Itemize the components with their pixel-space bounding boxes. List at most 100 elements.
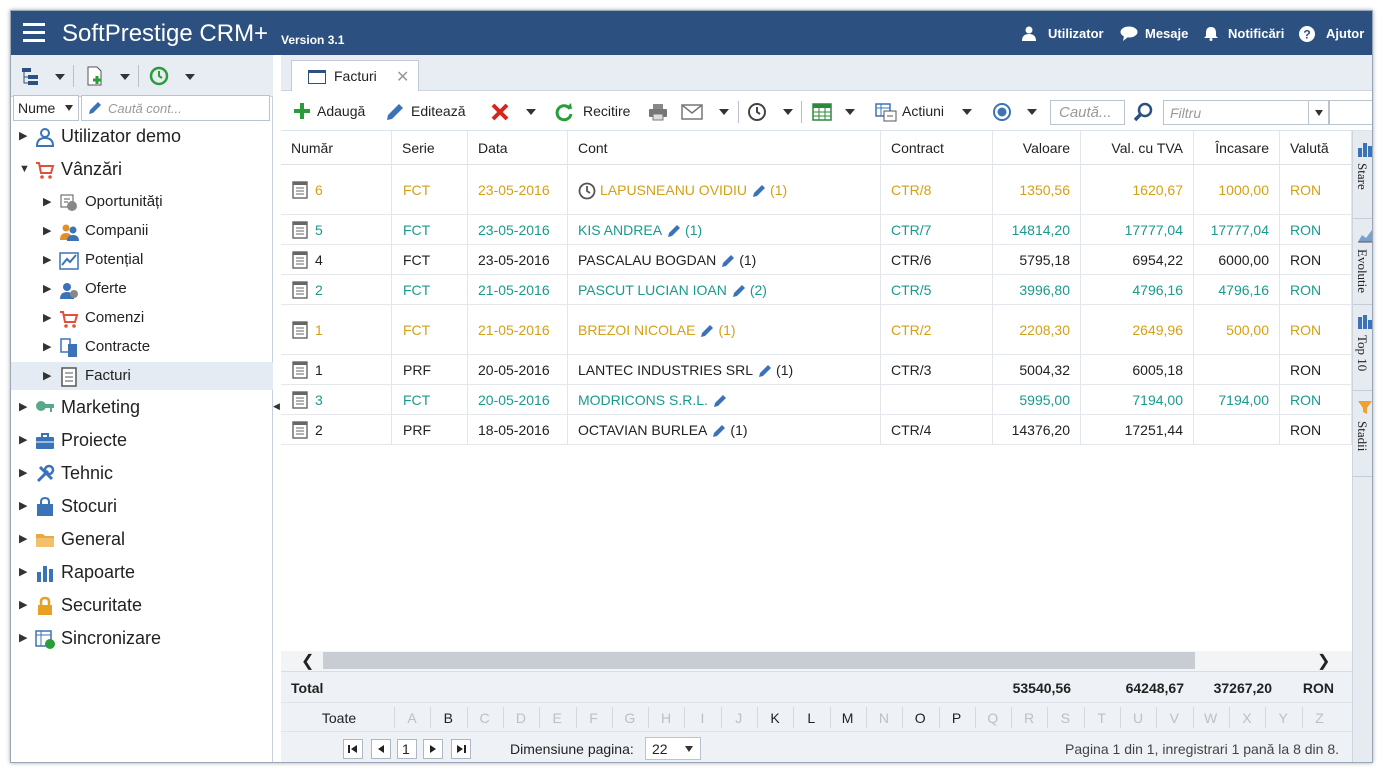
- side-tab[interactable]: Stare: [1353, 135, 1372, 219]
- column-header[interactable]: Val. cu TVA: [1081, 131, 1194, 165]
- next-page-button[interactable]: [423, 739, 443, 759]
- invoice-doc-icon[interactable]: [292, 281, 308, 299]
- collapsed-arrow-icon[interactable]: ▶: [19, 492, 27, 520]
- side-tab[interactable]: Stadii: [1353, 393, 1372, 477]
- pencil-icon[interactable]: [713, 394, 727, 408]
- hamburger-menu-icon[interactable]: [23, 23, 45, 43]
- collapsed-arrow-icon[interactable]: ▶: [43, 217, 51, 245]
- tab-facturi[interactable]: Facturi ✕: [291, 60, 419, 92]
- invoice-doc-icon[interactable]: [292, 181, 308, 199]
- scroll-right-icon[interactable]: ❯: [1317, 651, 1330, 671]
- account-link[interactable]: KIS ANDREA: [578, 222, 662, 238]
- sidebar-subitem[interactable]: ▶ Oferte: [11, 275, 273, 303]
- search-icon[interactable]: [1134, 102, 1154, 122]
- pencil-icon[interactable]: [752, 184, 766, 198]
- name-selector[interactable]: Nume: [13, 95, 79, 121]
- sidebar-subitem[interactable]: ▶ Oportunități: [11, 188, 273, 216]
- sidebar-item[interactable]: ▶ Rapoarte: [11, 558, 273, 586]
- invoice-doc-icon[interactable]: [292, 321, 308, 339]
- sidebar-subitem[interactable]: ▶ Contracte: [11, 333, 273, 361]
- collapsed-arrow-icon[interactable]: ▶: [19, 122, 27, 150]
- column-header[interactable]: Contract: [881, 131, 993, 165]
- account-link[interactable]: PASCALAU BOGDAN: [578, 252, 716, 268]
- column-header[interactable]: Cont: [568, 131, 881, 165]
- collapsed-arrow-icon[interactable]: ▶: [43, 362, 51, 390]
- collapsed-arrow-icon[interactable]: ▶: [19, 393, 27, 421]
- collapsed-arrow-icon[interactable]: ▶: [19, 426, 27, 454]
- sidebar-item[interactable]: ▶ Stocuri: [11, 492, 273, 520]
- side-tab[interactable]: Top 10: [1353, 307, 1372, 391]
- pencil-icon[interactable]: [758, 364, 772, 378]
- account-link[interactable]: LAPUSNEANU OVIDIU: [600, 182, 747, 198]
- table-row[interactable]: 3 FCT 20-05-2016 MODRICONS S.R.L. 5995,00 719…: [281, 385, 1352, 415]
- first-page-button[interactable]: [343, 739, 363, 759]
- target-dropdown-icon[interactable]: [1027, 109, 1037, 115]
- account-link[interactable]: OCTAVIAN BURLEA: [578, 422, 707, 438]
- actions-dropdown-icon[interactable]: [962, 109, 972, 115]
- sidebar-item[interactable]: ▶ General: [11, 525, 273, 553]
- filter-select[interactable]: Filtru: [1163, 100, 1329, 125]
- alphabet-letter[interactable]: M: [830, 710, 866, 726]
- tree-view-icon[interactable]: [20, 64, 42, 88]
- chevron-down-icon[interactable]: [1308, 101, 1328, 124]
- sidebar-subitem[interactable]: ▶ Facturi: [11, 362, 273, 390]
- history-dropdown-icon[interactable]: [185, 74, 195, 80]
- collapsed-arrow-icon[interactable]: ▶: [43, 304, 51, 332]
- table-row[interactable]: 1 PRF 20-05-2016 LANTEC INDUSTRIES SRL (1) CT…: [281, 355, 1352, 385]
- sidebar-item[interactable]: ▶ Tehnic: [11, 459, 273, 487]
- invoice-doc-icon[interactable]: [292, 221, 308, 239]
- table-row[interactable]: 4 FCT 23-05-2016 PASCALAU BOGDAN (1) CTR/6 579…: [281, 245, 1352, 275]
- table-row[interactable]: 1 FCT 21-05-2016 BREZOI NICOLAE (1) CTR/2 2208…: [281, 305, 1352, 355]
- table-row[interactable]: 2 PRF 18-05-2016 OCTAVIAN BURLEA (1) CTR/4 143…: [281, 415, 1352, 445]
- collapsed-arrow-icon[interactable]: ▶: [43, 246, 51, 274]
- column-header[interactable]: Încasare: [1194, 131, 1280, 165]
- sidebar-item[interactable]: ▶ Marketing: [11, 393, 273, 421]
- expanded-arrow-icon[interactable]: ▼: [19, 155, 30, 183]
- collapsed-arrow-icon[interactable]: ▶: [19, 525, 27, 553]
- columns-grid-icon[interactable]: [812, 102, 832, 122]
- tree-view-dropdown-icon[interactable]: [55, 74, 65, 80]
- invoice-doc-icon[interactable]: [292, 251, 308, 269]
- history-icon[interactable]: [148, 64, 170, 88]
- account-search-input[interactable]: Caută cont...: [81, 95, 270, 121]
- column-header[interactable]: Data: [468, 131, 568, 165]
- new-document-dropdown-icon[interactable]: [120, 74, 130, 80]
- scrollbar-thumb[interactable]: [323, 652, 1195, 669]
- target-icon[interactable]: [992, 102, 1012, 122]
- prev-page-button[interactable]: [371, 739, 391, 759]
- sidebar-item[interactable]: ▶ Securitate: [11, 591, 273, 619]
- page-size-select[interactable]: 22: [645, 737, 701, 760]
- clock-icon[interactable]: [747, 102, 767, 122]
- side-tab[interactable]: Evolutie: [1353, 221, 1372, 305]
- new-document-icon[interactable]: [84, 64, 106, 88]
- clock-dropdown-icon[interactable]: [783, 109, 793, 115]
- alphabet-letter[interactable]: P: [939, 710, 975, 726]
- sidebar-subitem[interactable]: ▶ Comenzi: [11, 304, 273, 332]
- email-dropdown-icon[interactable]: [719, 109, 729, 115]
- table-row[interactable]: 5 FCT 23-05-2016 KIS ANDREA (1) CTR/7 14814,20…: [281, 215, 1352, 245]
- alphabet-letter[interactable]: K: [757, 710, 793, 726]
- invoice-doc-icon[interactable]: [292, 391, 308, 409]
- pencil-icon[interactable]: [700, 324, 714, 338]
- column-header[interactable]: Număr: [281, 131, 392, 165]
- scroll-left-icon[interactable]: ❮: [301, 651, 314, 671]
- last-page-button[interactable]: [451, 739, 471, 759]
- collapsed-arrow-icon[interactable]: ▶: [19, 558, 27, 586]
- table-row[interactable]: 6 FCT 23-05-2016 LAPUSNEANU OVIDIU (1) CTR/8 1…: [281, 165, 1352, 215]
- page-number-input[interactable]: 1: [397, 739, 417, 759]
- collapsed-arrow-icon[interactable]: ▶: [19, 459, 27, 487]
- extra-filter-input[interactable]: [1329, 100, 1372, 125]
- pencil-icon[interactable]: [732, 284, 746, 298]
- sidebar-item[interactable]: ▼ Vânzări: [11, 155, 273, 183]
- column-header[interactable]: Valută: [1280, 131, 1352, 165]
- table-row[interactable]: 2 FCT 21-05-2016 PASCUT LUCIAN IOAN (2) CTR/5…: [281, 275, 1352, 305]
- alphabet-letter[interactable]: L: [793, 710, 829, 726]
- print-icon[interactable]: [648, 102, 668, 122]
- close-tab-icon[interactable]: ✕: [396, 67, 409, 87]
- pencil-icon[interactable]: [712, 424, 726, 438]
- collapsed-arrow-icon[interactable]: ▶: [43, 275, 51, 303]
- account-link[interactable]: LANTEC INDUSTRIES SRL: [578, 362, 753, 378]
- account-link[interactable]: MODRICONS S.R.L.: [578, 392, 708, 408]
- column-header[interactable]: Serie: [392, 131, 468, 165]
- grid-dropdown-icon[interactable]: [845, 109, 855, 115]
